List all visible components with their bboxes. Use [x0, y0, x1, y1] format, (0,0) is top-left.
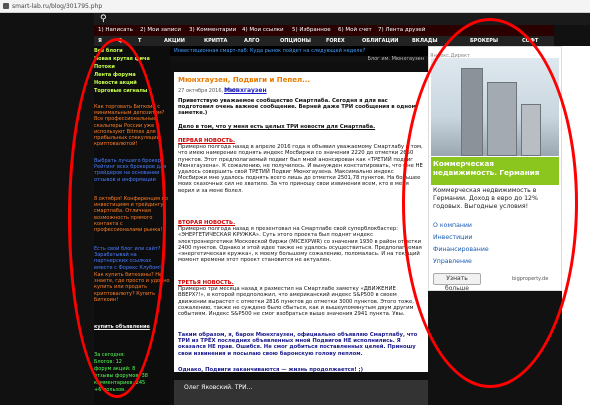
nav-t[interactable]: T	[138, 36, 141, 46]
address-bar[interactable]: smart-lab.ru/blog/301795.php	[0, 0, 590, 13]
post-title[interactable]: Мюнхгаузен, Подвиги и Пепел...	[178, 76, 310, 84]
site-header	[94, 13, 590, 25]
highlight-ring-left	[68, 38, 166, 398]
nav-write[interactable]: 1) Написать	[98, 25, 133, 36]
nav-forex[interactable]: FOREX	[326, 36, 345, 46]
post-third-text: Примерно три месяца назад я разместил на…	[178, 286, 419, 318]
highlight-ring-right	[402, 18, 578, 388]
nav-my-links[interactable]: 4) Мои ссылки	[242, 25, 284, 36]
nav-algo[interactable]: АЛГО	[244, 36, 259, 46]
nav-me[interactable]: Я	[98, 36, 102, 46]
post-greeting: Приветствую уважаемое сообщество Смартла…	[178, 98, 417, 117]
nav-stocks[interactable]: АКЦИИ	[164, 36, 185, 46]
search-icon[interactable]: ⚲	[100, 14, 107, 24]
favicon-icon	[3, 3, 9, 9]
nav-crypto[interactable]: КРИПТА	[204, 36, 227, 46]
post-author[interactable]: Мюнхгаузен	[224, 87, 267, 94]
nav-favorites[interactable]: 5) Избранное	[292, 25, 331, 36]
post-closing: Таким образом, я, барон Мюнхгаузен, офиц…	[178, 332, 418, 357]
blog-meta[interactable]: Блог им. Мюнхгаузен	[170, 56, 428, 62]
post-second-section: ВТОРАЯ НОВОСТЬ. Примерно полгода назад я…	[178, 220, 424, 263]
post-final: Однако, Подвиги заканчиваются — жизнь пр…	[178, 367, 363, 373]
post-first-text: Примерно полгода назад в апреле 2016 год…	[178, 144, 423, 194]
nav-friends-feed[interactable]: 7) Лента друзей	[378, 25, 425, 36]
nav-my-posts[interactable]: 2) Мои записи	[140, 25, 181, 36]
nav-comments[interactable]: 3) Комментарии	[189, 25, 236, 36]
url-text[interactable]: smart-lab.ru/blog/301795.php	[12, 3, 102, 10]
nav-options[interactable]: ОПЦИОНЫ	[280, 36, 311, 46]
post-second-text: Примерно полгода назад я презентовал на …	[178, 226, 422, 264]
nav-my-account[interactable]: 6) Мой счет	[338, 25, 372, 36]
browser-window: smart-lab.ru/blog/301795.php ⚲ 1) Написа…	[0, 0, 590, 405]
nav-bonds[interactable]: ОБЛИГАЦИИ	[362, 36, 398, 46]
post-third-section: ТРЕТЬЯ НОВОСТЬ. Примерно три месяца наза…	[178, 280, 424, 317]
nav-deposits[interactable]: ВКЛАДЫ	[412, 36, 438, 46]
video-title[interactable]: Олег Яковский. ТРИ...	[184, 384, 252, 391]
post-first-section: ПЕРВАЯ НОВОСТЬ. Примерно полгода назад в…	[178, 138, 424, 194]
post-lead: Дело в том, что у меня есть целых ТРИ но…	[178, 124, 376, 130]
